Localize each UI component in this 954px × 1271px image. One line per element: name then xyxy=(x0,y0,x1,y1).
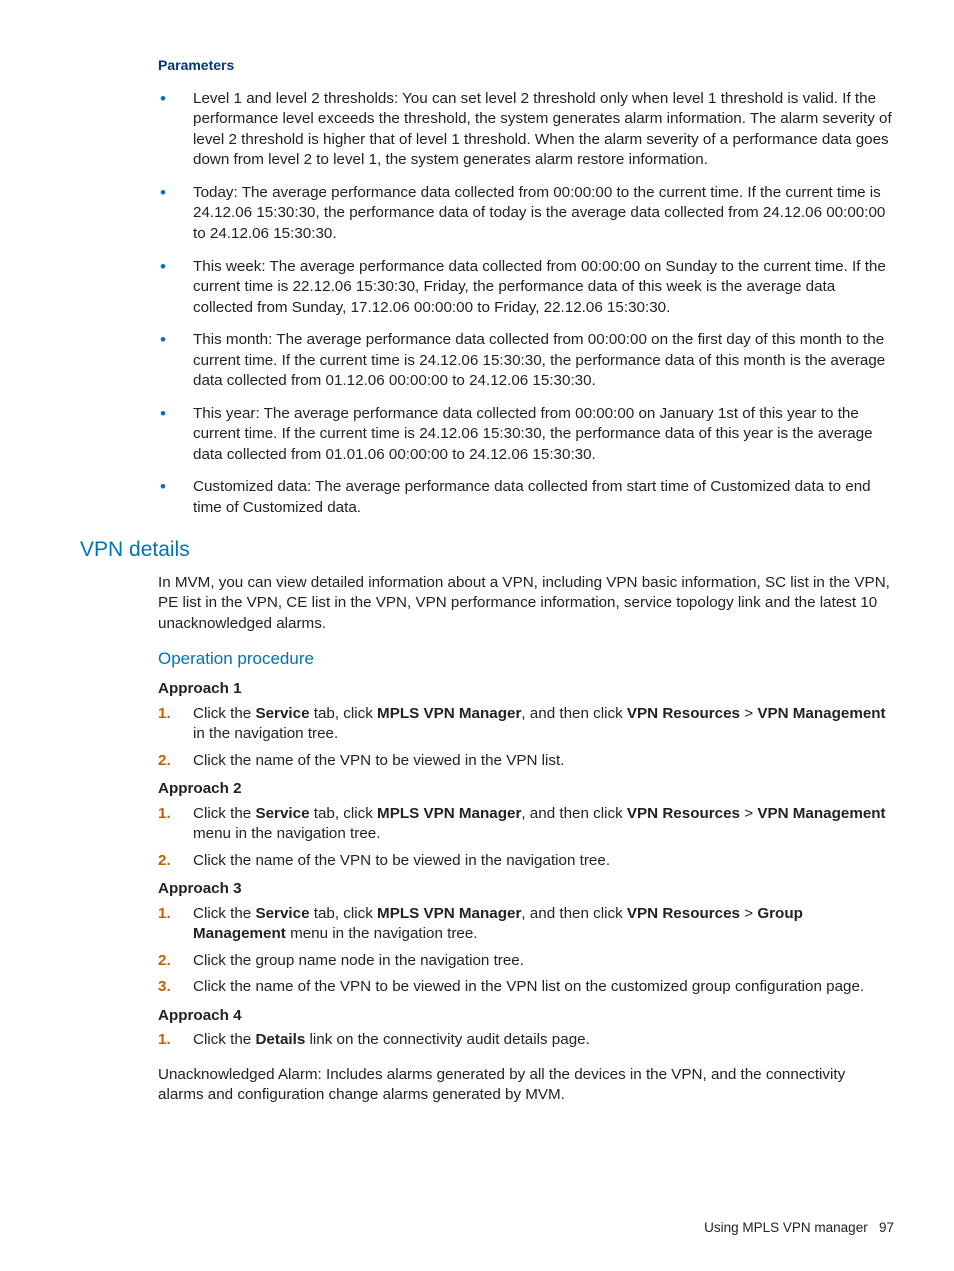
t: VPN Management xyxy=(757,805,885,822)
list-item: Level 1 and level 2 thresholds: You can … xyxy=(158,89,894,171)
t: > xyxy=(740,905,757,922)
step-item: Click the name of the VPN to be viewed i… xyxy=(158,977,894,998)
page-number: 97 xyxy=(879,1220,894,1235)
t: > xyxy=(740,805,757,822)
t: Click the xyxy=(193,805,255,822)
list-item: Today: The average performance data coll… xyxy=(158,183,894,245)
t: MPLS VPN Manager xyxy=(377,805,521,822)
list-item: This week: The average performance data … xyxy=(158,257,894,319)
list-item: This month: The average performance data… xyxy=(158,330,894,392)
t: Details xyxy=(255,1031,305,1048)
t: Service xyxy=(255,905,309,922)
parameters-heading: Parameters xyxy=(158,56,894,75)
vpn-details-intro: In MVM, you can view detailed informatio… xyxy=(158,573,894,635)
t: VPN Management xyxy=(757,705,885,722)
step-item: Click the Service tab, click MPLS VPN Ma… xyxy=(158,704,894,745)
operation-procedure-heading: Operation procedure xyxy=(158,648,894,671)
t: link on the connectivity audit details p… xyxy=(305,1031,590,1048)
approach-2-steps: Click the Service tab, click MPLS VPN Ma… xyxy=(158,804,894,872)
t: , and then click xyxy=(521,905,627,922)
t: VPN Resources xyxy=(627,905,740,922)
t: Service xyxy=(255,805,309,822)
t: tab, click xyxy=(310,905,378,922)
t: Click the xyxy=(193,1031,255,1048)
t: in the navigation tree. xyxy=(193,725,338,742)
t: tab, click xyxy=(310,705,378,722)
t: MPLS VPN Manager xyxy=(377,905,521,922)
approach-2-heading: Approach 2 xyxy=(158,779,894,800)
approach-4-heading: Approach 4 xyxy=(158,1006,894,1027)
t: Service xyxy=(255,705,309,722)
unacknowledged-alarm-note: Unacknowledged Alarm: Includes alarms ge… xyxy=(158,1065,894,1106)
footer-text: Using MPLS VPN manager xyxy=(704,1220,868,1235)
t: tab, click xyxy=(310,805,378,822)
t: MPLS VPN Manager xyxy=(377,705,521,722)
list-item: Customized data: The average performance… xyxy=(158,477,894,518)
t: > xyxy=(740,705,757,722)
t: VPN Resources xyxy=(627,705,740,722)
step-item: Click the name of the VPN to be viewed i… xyxy=(158,851,894,872)
t: Click the xyxy=(193,705,255,722)
step-item: Click the name of the VPN to be viewed i… xyxy=(158,751,894,772)
page-footer: Using MPLS VPN manager 97 xyxy=(704,1219,894,1237)
t: menu in the navigation tree. xyxy=(193,825,380,842)
approach-1-steps: Click the Service tab, click MPLS VPN Ma… xyxy=(158,704,894,772)
step-item: Click the Service tab, click MPLS VPN Ma… xyxy=(158,804,894,845)
t: , and then click xyxy=(521,705,627,722)
t: , and then click xyxy=(521,805,627,822)
vpn-details-heading: VPN details xyxy=(80,536,894,564)
step-item: Click the group name node in the navigat… xyxy=(158,951,894,972)
approach-3-steps: Click the Service tab, click MPLS VPN Ma… xyxy=(158,904,894,998)
step-item: Click the Details link on the connectivi… xyxy=(158,1030,894,1051)
t: Click the xyxy=(193,905,255,922)
step-item: Click the Service tab, click MPLS VPN Ma… xyxy=(158,904,894,945)
document-page: Parameters Level 1 and level 2 threshold… xyxy=(0,0,954,1146)
approach-3-heading: Approach 3 xyxy=(158,879,894,900)
approach-1-heading: Approach 1 xyxy=(158,679,894,700)
t: VPN Resources xyxy=(627,805,740,822)
approach-4-steps: Click the Details link on the connectivi… xyxy=(158,1030,894,1051)
t: menu in the navigation tree. xyxy=(286,925,478,942)
parameters-list: Level 1 and level 2 thresholds: You can … xyxy=(158,89,894,518)
list-item: This year: The average performance data … xyxy=(158,404,894,466)
